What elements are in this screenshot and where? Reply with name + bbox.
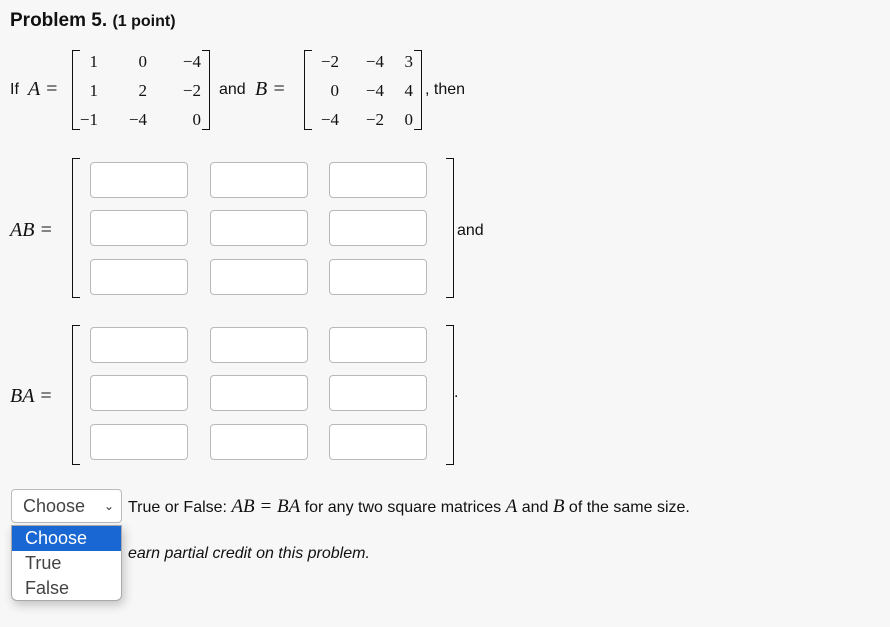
matrix-b-entry: 0 <box>404 110 414 129</box>
ba-period: . <box>454 384 459 401</box>
ba-cell-r2c2[interactable] <box>210 375 308 411</box>
matrix-a-label: A = <box>28 78 59 100</box>
option-true[interactable]: True <box>12 551 121 576</box>
select-value: Choose <box>23 496 86 516</box>
question-prefix: True or False: <box>128 499 227 516</box>
ba-cell-r3c2[interactable] <box>210 424 308 460</box>
matrix-a-entry: 1 <box>89 81 99 100</box>
matrix-a-entry: 0 <box>138 52 148 71</box>
matrix-b-entry: 4 <box>404 81 414 100</box>
ba-left-bracket <box>72 325 80 465</box>
ab-cell-r1c2[interactable] <box>210 162 308 198</box>
question-var-a: A <box>505 496 518 517</box>
partial-credit-note: earn partial credit on this problem. <box>128 545 370 562</box>
ba-cell-r3c1[interactable] <box>90 424 188 460</box>
matrix-a-entry: −4 <box>128 110 147 129</box>
matrix-b-label: B = <box>255 78 286 100</box>
ab-cell-r2c2[interactable] <box>210 210 308 246</box>
ab-right-bracket <box>446 158 454 298</box>
matrix-b-entry: 0 <box>330 81 340 100</box>
ab-cell-r3c3[interactable] <box>329 259 427 295</box>
ba-right-bracket <box>446 325 454 465</box>
matrix-a-entry: 0 <box>192 110 202 129</box>
ba-cell-r3c3[interactable] <box>329 424 427 460</box>
question-math-equation: AB = BA <box>231 496 301 517</box>
true-false-select[interactable]: Choose ⌄ <box>11 489 122 523</box>
ab-cell-r3c2[interactable] <box>210 259 308 295</box>
ba-cell-r2c1[interactable] <box>90 375 188 411</box>
and-text: and <box>219 81 246 98</box>
ab-cell-r3c1[interactable] <box>90 259 188 295</box>
ba-cell-r1c2[interactable] <box>210 327 308 363</box>
problem-number: Problem 5. <box>10 10 108 31</box>
matrix-a-right-bracket <box>202 50 210 130</box>
option-false[interactable]: False <box>12 576 121 600</box>
select-options-menu: Choose True False <box>11 525 122 601</box>
ab-left-bracket <box>72 158 80 298</box>
question-mid: for any two square matrices <box>304 499 502 516</box>
ab-label: AB = <box>10 219 53 241</box>
matrix-b-entry: −4 <box>320 110 339 129</box>
ba-cell-r1c3[interactable] <box>329 327 427 363</box>
matrix-b-right-bracket <box>414 50 422 130</box>
matrix-a-entry: −2 <box>182 81 201 100</box>
if-text: If <box>10 81 19 98</box>
matrix-b-entry: −2 <box>320 52 339 71</box>
ba-label: BA = <box>10 385 53 407</box>
ba-cell-r2c3[interactable] <box>329 375 427 411</box>
matrix-a-entry: −4 <box>182 52 201 71</box>
ab-cell-r1c3[interactable] <box>329 162 427 198</box>
chevron-down-icon: ⌄ <box>103 499 114 513</box>
ab-cell-r2c3[interactable] <box>329 210 427 246</box>
ab-and-text: and <box>457 222 484 239</box>
option-choose[interactable]: Choose <box>12 526 121 551</box>
then-text: , then <box>425 81 466 98</box>
problem-title: Problem 5. (1 point) <box>10 10 176 32</box>
question-text: True or False: AB = BA for any two squar… <box>128 496 690 518</box>
matrix-a-entry: 1 <box>89 52 99 71</box>
ab-cell-r2c1[interactable] <box>90 210 188 246</box>
question-var-b: B <box>552 496 565 517</box>
question-and: and <box>521 499 549 516</box>
ab-cell-r1c1[interactable] <box>90 162 188 198</box>
problem-points: (1 point) <box>112 13 176 30</box>
ba-cell-r1c1[interactable] <box>90 327 188 363</box>
matrix-a-entry: 2 <box>138 81 148 100</box>
question-suffix: of the same size. <box>568 499 690 516</box>
matrix-b-entry: 3 <box>404 52 414 71</box>
matrix-a-entry: −1 <box>79 110 98 129</box>
